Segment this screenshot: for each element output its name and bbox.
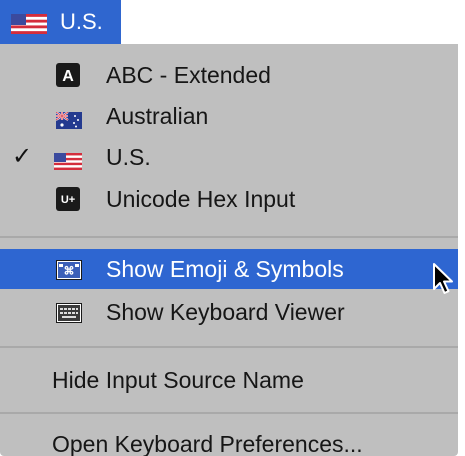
menu-item-open-keyboard-preferences[interactable]: Open Keyboard Preferences... — [0, 424, 458, 456]
menu-item-label: Open Keyboard Preferences... — [52, 431, 363, 456]
menubar-label: U.S. — [60, 9, 103, 34]
menu-item-label: Australian — [106, 103, 209, 129]
menu-item-label: Show Keyboard Viewer — [106, 299, 345, 325]
emoji-symbols-icon: ⌘ — [56, 259, 82, 280]
menu-item-label: Unicode Hex Input — [106, 186, 296, 212]
menu-item-hide-input-source-name[interactable]: Hide Input Source Name — [0, 360, 458, 400]
svg-text:⌘: ⌘ — [64, 266, 75, 278]
us-flag-icon — [54, 149, 82, 170]
checkmark-icon: ✓ — [12, 142, 33, 170]
input-source-menu: A ABC - Extended Australian ✓ U.S. U+ Un… — [0, 44, 458, 456]
menu-item-label: U.S. — [106, 144, 151, 170]
menu-separator — [0, 412, 458, 414]
menu-item-abc-extended[interactable]: A ABC - Extended — [0, 55, 458, 95]
menu-item-show-emoji-symbols[interactable]: ⌘ Show Emoji & Symbols — [0, 249, 458, 289]
menu-item-label: Hide Input Source Name — [52, 367, 304, 393]
menu-item-label: ABC - Extended — [106, 62, 271, 88]
menu-item-unicode-hex-input[interactable]: U+ Unicode Hex Input — [0, 179, 458, 219]
menu-item-label: Show Emoji & Symbols — [106, 256, 344, 282]
abc-extended-icon: A — [56, 63, 80, 87]
svg-text:A: A — [62, 68, 74, 85]
australia-flag-icon — [55, 108, 82, 129]
menu-item-show-keyboard-viewer[interactable]: Show Keyboard Viewer — [0, 292, 458, 332]
svg-text:U+: U+ — [61, 194, 75, 206]
menu-separator — [0, 346, 458, 348]
mouse-pointer-icon — [432, 262, 458, 298]
unicode-hex-icon: U+ — [56, 187, 80, 211]
menu-item-us[interactable]: ✓ U.S. — [0, 137, 458, 177]
keyboard-viewer-icon — [56, 302, 82, 323]
menu-item-australian[interactable]: Australian — [0, 96, 458, 136]
menu-separator — [0, 236, 458, 238]
us-flag-icon — [11, 14, 47, 40]
input-source-menubar-item[interactable]: U.S. — [0, 0, 121, 44]
